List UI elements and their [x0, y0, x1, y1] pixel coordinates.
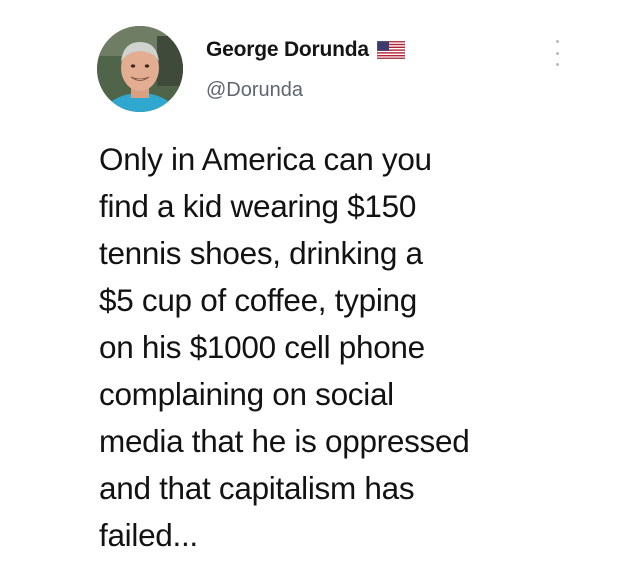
menu-dot: [555, 51, 559, 55]
tweet-text-line: complaining on social: [99, 376, 394, 412]
menu-dot: [555, 40, 559, 43]
tweet-text-line: Only in America can you: [99, 141, 432, 177]
tweet-text-line: failed...: [99, 517, 198, 553]
tweet-text-line: on his $1000 cell phone: [99, 329, 425, 365]
tweet-text-line: and that capitalism has: [99, 470, 415, 506]
tweet-text-line: tennis shoes, drinking a: [99, 235, 423, 271]
tweet-text-line: $5 cup of coffee, typing: [99, 282, 417, 318]
display-name[interactable]: George Dorunda: [206, 38, 369, 62]
more-options-icon[interactable]: [552, 40, 562, 66]
menu-dot: [555, 63, 559, 66]
user-photo-icon: [97, 26, 183, 112]
tweet-text: Only in America can you find a kid weari…: [99, 136, 599, 559]
name-row: George Dorunda: [206, 38, 405, 62]
tweet-card: George Dorunda @Dorunda Only in America …: [0, 0, 640, 582]
profile-avatar[interactable]: [97, 26, 183, 112]
user-handle[interactable]: @Dorunda: [206, 79, 303, 102]
us-flag-icon: [376, 41, 405, 59]
tweet-text-line: media that he is oppressed: [99, 423, 470, 459]
tweet-text-line: find a kid wearing $150: [99, 188, 417, 224]
